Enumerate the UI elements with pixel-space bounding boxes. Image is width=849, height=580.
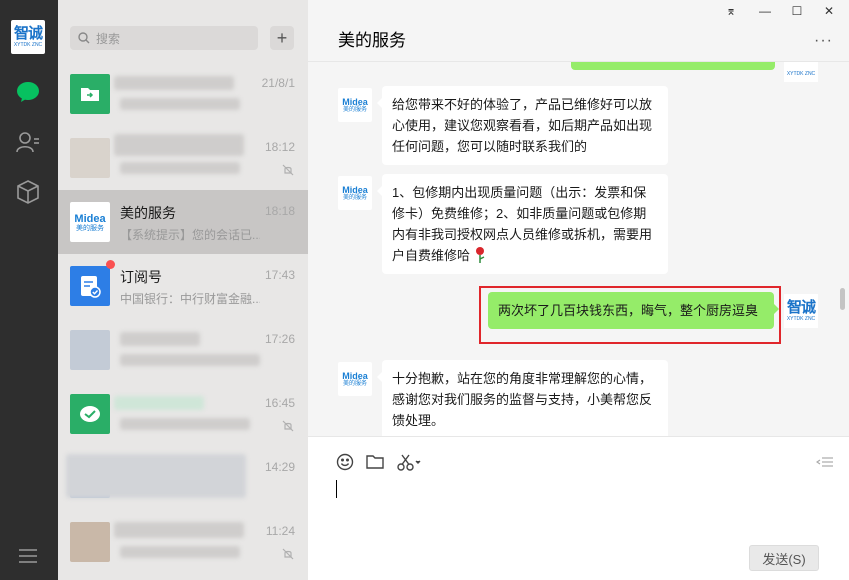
midea-avatar: Midea 美的服务 (70, 202, 110, 242)
my-message-bubble[interactable]: 两次坏了几百块钱东西，晦气，整个厨房逗臭 (488, 292, 779, 329)
chat-time: 14:29 (264, 460, 295, 474)
midea-logo: Midea (342, 96, 368, 107)
emoji-icon[interactable] (334, 451, 356, 473)
search-input[interactable]: 搜索 (70, 26, 258, 50)
my-avatar[interactable]: 智诚 XYTDK ZNC (11, 20, 45, 54)
close-button[interactable]: ✕ (818, 4, 840, 18)
service-avatar[interactable]: Midea 美的服务 (338, 88, 372, 122)
rose-icon (475, 247, 484, 263)
minimize-button[interactable]: — (754, 4, 776, 18)
message-text: 1、包修期内出现质量问题（出示：发票和保修卡）免费维修；2、如非质量问题或包修期… (392, 185, 653, 263)
chat-item[interactable]: 16:45 (58, 382, 308, 446)
midea-sub: 美的服务 (76, 224, 104, 232)
chat-preview: 中国银行：中行财富金融... (120, 292, 260, 306)
chat-list: 搜索 + 21/8/1 18:12 Midea 美的服务 美的服务 【系统提示】… (58, 0, 308, 580)
input-area: 发送(S) (308, 436, 849, 580)
search-placeholder: 搜索 (96, 31, 121, 46)
chat-name: 订阅号 (120, 269, 162, 285)
my-avatar-text: 智诚 (13, 25, 43, 42)
maximize-button[interactable]: ☐ (786, 4, 808, 18)
chat-avatar (70, 138, 110, 178)
blurred-name (114, 396, 204, 410)
message-bubble[interactable]: 给您带来不好的体验了，产品已维修好可以放心使用，建议您观察看看，如后期产品如出现… (377, 86, 668, 165)
chat-title: 美的服务 (338, 31, 406, 50)
midea-sub: 美的服务 (342, 106, 367, 113)
pin-button[interactable]: ⌆ (720, 4, 742, 18)
text-cursor[interactable] (336, 480, 337, 498)
chat-item[interactable]: 18:12 (58, 126, 308, 190)
chat-avatar (70, 522, 110, 562)
blurred-name (114, 134, 244, 156)
chat-time: 18:18 (264, 204, 295, 218)
chat-window: 美的服务 ⌆ — ☐ ✕ ··· XYTDK ZNC Midea 美的服务 给您… (308, 0, 849, 580)
chat-time: 17:26 (264, 332, 295, 346)
blurred-content (66, 454, 246, 498)
message-list: XYTDK ZNC Midea 美的服务 给您带来不好的体验了，产品已维修好可以… (308, 62, 849, 436)
chat-item[interactable]: 11:24 (58, 510, 308, 574)
blurred-name (120, 332, 200, 346)
blurred-preview (120, 418, 250, 430)
my-avatar[interactable]: 智诚 XYTDK ZNC (784, 294, 818, 328)
service-avatar[interactable]: Midea 美的服务 (338, 362, 372, 396)
chat-name: 美的服务 (120, 205, 176, 221)
nav-rail: 智诚 XYTDK ZNC (0, 0, 58, 580)
history-icon[interactable] (814, 451, 836, 473)
add-chat-button[interactable]: + (270, 26, 294, 50)
chat-time: 11:24 (265, 524, 295, 538)
mute-icon (282, 164, 294, 176)
chat-time: 16:45 (264, 396, 295, 410)
subscription-icon (70, 266, 110, 306)
folder-icon (70, 74, 110, 114)
message-bubble-partial (571, 62, 775, 70)
midea-sub: 美的服务 (342, 380, 367, 387)
midea-logo: Midea (74, 212, 106, 225)
menu-icon[interactable] (14, 542, 42, 570)
chat-item[interactable]: 17:26 (58, 318, 308, 382)
chat-item[interactable]: 14:29 (58, 446, 308, 510)
my-avatar-subtext: XYTDK ZNC (786, 316, 816, 322)
chat-item[interactable]: 21/8/1 (58, 62, 308, 126)
chat-time: 18:12 (264, 140, 295, 154)
my-avatar-subtext: XYTDK ZNC (786, 71, 816, 77)
box-icon[interactable] (14, 178, 42, 206)
service-avatar[interactable]: Midea 美的服务 (338, 176, 372, 210)
more-options-icon[interactable]: ··· (814, 32, 833, 50)
search-icon (78, 32, 90, 44)
my-avatar-text: 智诚 (786, 299, 816, 316)
chat-header: 美的服务 ⌆ — ☐ ✕ ··· (308, 0, 849, 62)
blurred-preview (120, 354, 260, 366)
mute-icon (282, 548, 294, 560)
blurred-preview (120, 162, 240, 174)
scissors-icon[interactable] (394, 451, 424, 473)
chat-avatar (70, 330, 110, 370)
my-avatar-partial: XYTDK ZNC (784, 62, 818, 82)
chat-item[interactable]: 订阅号 中国银行：中行财富金融... 17:43 (58, 254, 308, 318)
scrollbar[interactable] (840, 288, 845, 310)
send-button[interactable]: 发送(S) (749, 545, 819, 571)
chat-icon[interactable] (14, 78, 42, 106)
chat-item-active[interactable]: Midea 美的服务 美的服务 【系统提示】您的会话已... 18:18 (58, 190, 308, 254)
midea-logo: Midea (342, 184, 368, 195)
midea-logo: Midea (342, 370, 368, 381)
midea-sub: 美的服务 (342, 194, 367, 201)
blurred-preview (120, 98, 240, 110)
blurred-name (114, 522, 244, 538)
wechat-pay-icon (70, 394, 110, 434)
blurred-name (114, 76, 234, 90)
folder-icon[interactable] (364, 451, 386, 473)
chat-preview: 【系统提示】您的会话已... (120, 228, 260, 242)
my-avatar-subtext: XYTDK ZNC (13, 42, 43, 48)
contacts-icon[interactable] (14, 128, 42, 156)
chat-time: 17:43 (264, 268, 295, 282)
mute-icon (282, 420, 294, 432)
message-bubble[interactable]: 十分抱歉，站在您的角度非常理解您的心情，感谢您对我们服务的监督与支持，小美帮您反… (377, 360, 668, 436)
message-bubble[interactable]: 1、包修期内出现质量问题（出示：发票和保修卡）免费维修；2、如非质量问题或包修期… (377, 174, 668, 274)
chat-time: 21/8/1 (261, 76, 295, 90)
unread-badge (106, 260, 115, 269)
blurred-preview (120, 546, 240, 558)
